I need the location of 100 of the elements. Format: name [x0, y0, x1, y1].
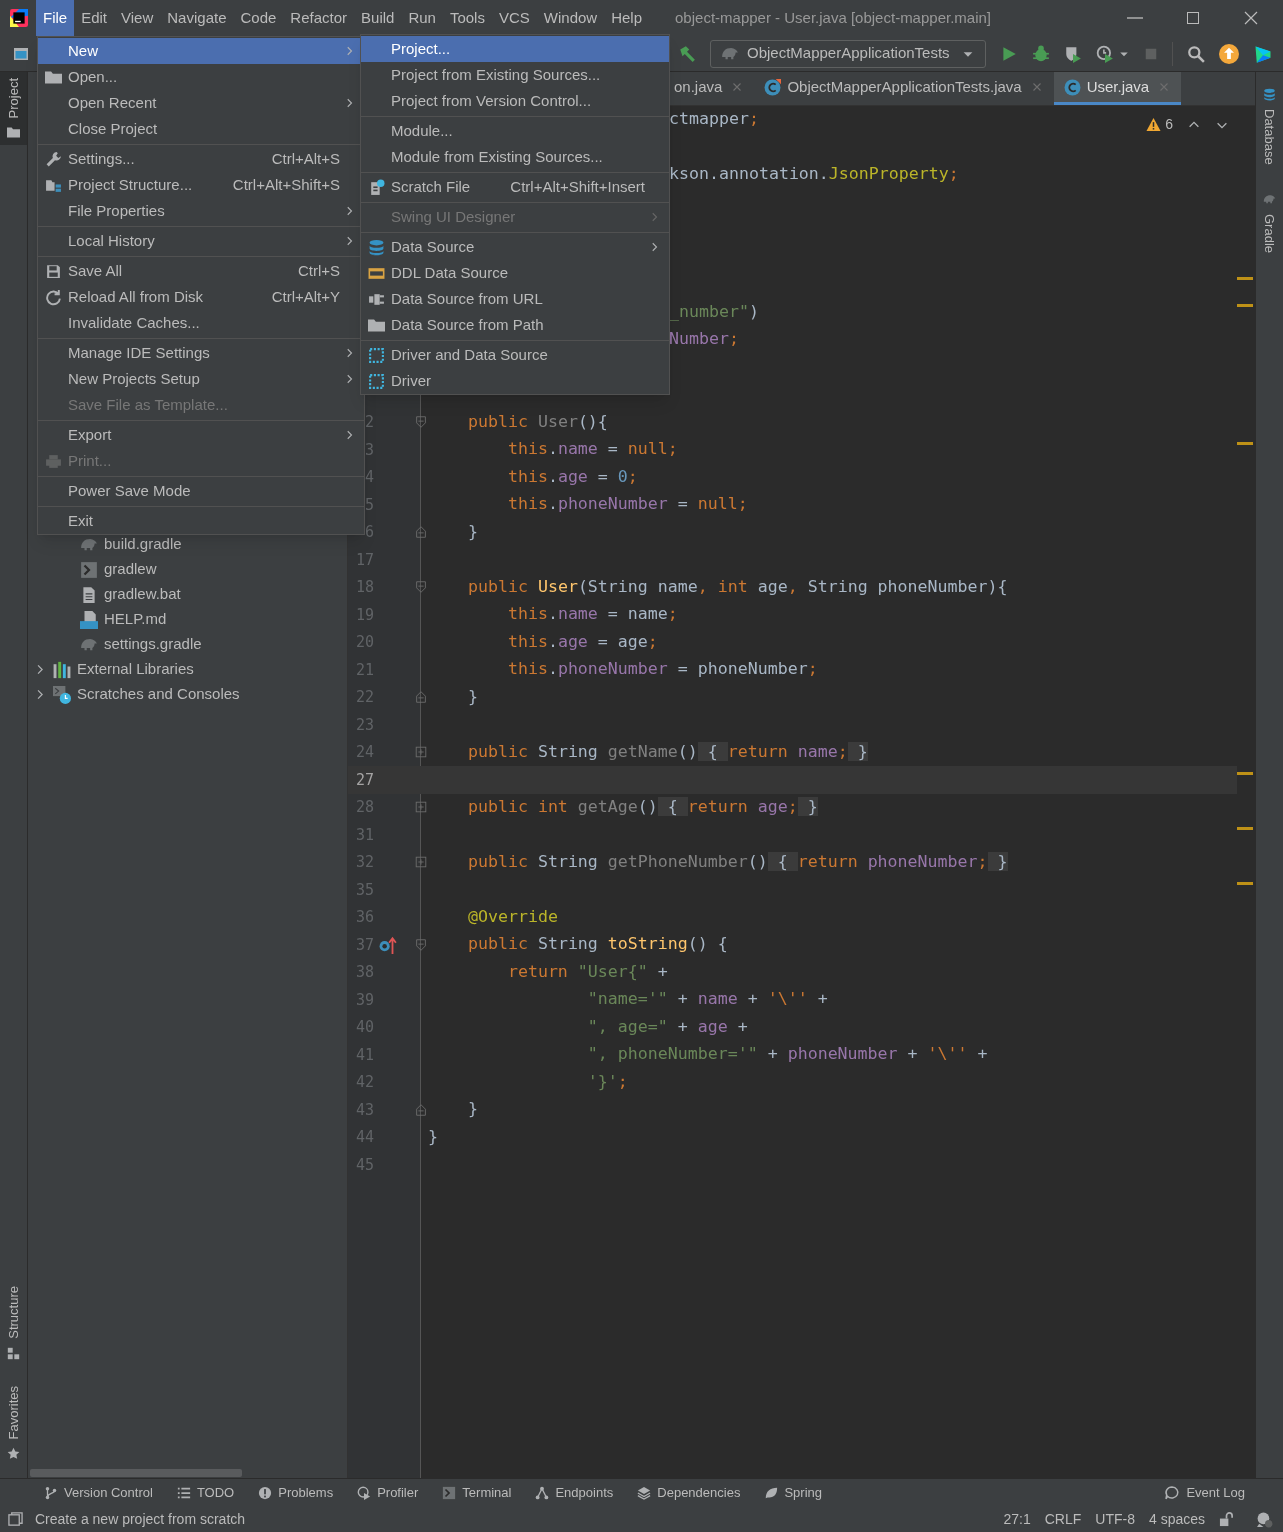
- terminal-icon: [442, 1485, 457, 1500]
- tool-window-button[interactable]: TODO: [176, 1482, 235, 1503]
- tree-item[interactable]: settings.gradle: [104, 633, 202, 656]
- menu-bar-item[interactable]: Help: [604, 0, 650, 36]
- override-marker-icon[interactable]: [379, 935, 397, 954]
- tree-item[interactable]: gradlew.bat: [104, 583, 181, 606]
- menu-bar-item[interactable]: Tools: [442, 0, 492, 36]
- terminal-icon: [80, 560, 98, 579]
- menu-item[interactable]: Exit: [38, 508, 364, 534]
- file-encoding[interactable]: UTF-8: [1095, 1508, 1135, 1530]
- menu-item[interactable]: Open...: [38, 64, 364, 90]
- menu-bar-item[interactable]: Window: [536, 0, 605, 36]
- tool-window-tab[interactable]: Database: [1256, 82, 1283, 171]
- menu-item[interactable]: Local History: [38, 228, 364, 254]
- menu-bar-item[interactable]: Edit: [74, 0, 115, 36]
- run-configuration-dropdown[interactable]: ObjectMapperApplicationTests: [710, 39, 986, 68]
- run-icon[interactable]: [1000, 44, 1018, 63]
- menu-bar-item[interactable]: Code: [233, 0, 284, 36]
- fold-end-icon[interactable]: [414, 1102, 428, 1117]
- unlocked-icon[interactable]: [1219, 1511, 1234, 1527]
- profiler-icon: [357, 1485, 372, 1500]
- tree-item[interactable]: Scratches and Consoles: [77, 683, 240, 706]
- tree-item[interactable]: gradlew: [104, 558, 157, 581]
- shield-play-icon[interactable]: [1064, 44, 1082, 63]
- maximize-icon[interactable]: [1185, 10, 1201, 26]
- code-line: }: [466, 520, 478, 543]
- menu-bar-item[interactable]: VCS: [491, 0, 537, 36]
- menu-item[interactable]: Data Source from Path: [361, 312, 669, 338]
- close-icon[interactable]: [1243, 10, 1259, 26]
- menu-bar-item[interactable]: Run: [401, 0, 443, 36]
- tree-item[interactable]: External Libraries: [77, 658, 194, 681]
- line-number: 27: [355, 770, 374, 789]
- tool-window-tab[interactable]: Gradle: [1256, 186, 1283, 259]
- menu-item[interactable]: Driver: [361, 368, 669, 394]
- search-icon[interactable]: [1187, 44, 1205, 63]
- line-separator[interactable]: CRLF: [1044, 1508, 1082, 1530]
- tool-window-button[interactable]: Problems: [258, 1482, 334, 1503]
- expand-fold-icon[interactable]: [414, 855, 428, 870]
- editor-tab[interactable]: ObjectMapperApplicationTests.java: [754, 72, 1054, 105]
- menu-item[interactable]: Invalidate Caches...: [38, 310, 364, 336]
- menu-item[interactable]: Power Save Mode: [38, 478, 364, 504]
- tool-window-tab[interactable]: Project: [0, 72, 27, 146]
- menu-item[interactable]: Reload All from Disk Ctrl+Alt+Y: [38, 284, 364, 310]
- menu-bar-item[interactable]: Navigate: [160, 0, 234, 36]
- menu-item[interactable]: Data Source from URL: [361, 286, 669, 312]
- menu-item[interactable]: Export: [38, 422, 364, 448]
- menu-item[interactable]: Module...: [361, 118, 669, 144]
- tool-window-button[interactable]: Terminal: [442, 1482, 512, 1503]
- tool-window-tab[interactable]: Favorites: [0, 1379, 27, 1466]
- menu-bar-item[interactable]: Refactor: [283, 0, 355, 36]
- warning-icon: [1146, 117, 1162, 132]
- tree-item[interactable]: build.gradle: [104, 533, 182, 556]
- panel-toggle-icon[interactable]: [8, 1511, 23, 1527]
- clock-play-icon[interactable]: [1096, 44, 1114, 63]
- tool-window-button[interactable]: Endpoints: [535, 1482, 614, 1503]
- fold-marker-icon[interactable]: [414, 415, 428, 430]
- warning-count[interactable]: 6: [1165, 114, 1173, 135]
- elephant-icon: [1263, 192, 1276, 206]
- menu-item[interactable]: Module from Existing Sources...: [361, 144, 669, 170]
- expand-fold-icon[interactable]: [414, 800, 428, 815]
- window-icon[interactable]: [13, 45, 29, 62]
- tool-window-tab[interactable]: Structure: [0, 1279, 27, 1366]
- fold-end-icon[interactable]: [414, 525, 428, 540]
- tool-window-button[interactable]: Profiler: [357, 1482, 419, 1503]
- tool-window-button[interactable]: Spring: [764, 1482, 822, 1503]
- menu-item[interactable]: Driver and Data Source: [361, 342, 669, 368]
- menu-bar-item[interactable]: View: [114, 0, 161, 36]
- code-line: _number"): [669, 300, 759, 323]
- fold-marker-icon[interactable]: [414, 937, 428, 952]
- editor-tab[interactable]: User.java: [1053, 72, 1182, 105]
- debug-icon[interactable]: [1032, 44, 1050, 63]
- menu-item[interactable]: New Projects Setup: [38, 366, 364, 392]
- event-log-button[interactable]: Event Log: [1164, 1482, 1245, 1503]
- menu-item[interactable]: Scratch File Ctrl+Alt+Shift+Insert: [361, 174, 669, 200]
- menu-item[interactable]: Project Structure... Ctrl+Alt+Shift+S: [38, 172, 364, 198]
- tool-window-button[interactable]: Dependencies: [637, 1482, 741, 1503]
- menu-item[interactable]: Settings... Ctrl+Alt+S: [38, 146, 364, 172]
- code-line: public String getPhoneNumber() { return phoneNumber; }: [466, 850, 1008, 873]
- stop-icon[interactable]: [1144, 46, 1158, 61]
- menu-item[interactable]: Data Source: [361, 234, 669, 260]
- tree-item[interactable]: HELP.md: [104, 608, 167, 631]
- fold-end-icon[interactable]: [414, 690, 428, 705]
- menu-item[interactable]: Open Recent: [38, 90, 364, 116]
- menu-item[interactable]: Close Project: [38, 116, 364, 142]
- update-icon[interactable]: [1219, 43, 1239, 64]
- fold-marker-icon[interactable]: [414, 580, 428, 595]
- menu-bar-item[interactable]: File: [36, 0, 75, 36]
- scratches-icon: [53, 685, 71, 704]
- menu-item[interactable]: File Properties: [38, 198, 364, 224]
- menu-item[interactable]: Manage IDE Settings: [38, 340, 364, 366]
- menu-item[interactable]: Project...: [361, 36, 669, 62]
- tool-window-button[interactable]: Version Control: [44, 1482, 153, 1503]
- menu-bar-item[interactable]: Build: [354, 0, 402, 36]
- indent-setting[interactable]: 4 spaces: [1148, 1508, 1205, 1530]
- menu-item[interactable]: DDL Data Source: [361, 260, 669, 286]
- class-icon: [1063, 78, 1081, 96]
- expand-fold-icon[interactable]: [414, 745, 428, 760]
- caret-position[interactable]: 27:1: [1003, 1508, 1031, 1530]
- scrollbar-thumb[interactable]: [30, 1469, 242, 1477]
- code-line: this.phoneNumber = null;: [506, 493, 748, 516]
